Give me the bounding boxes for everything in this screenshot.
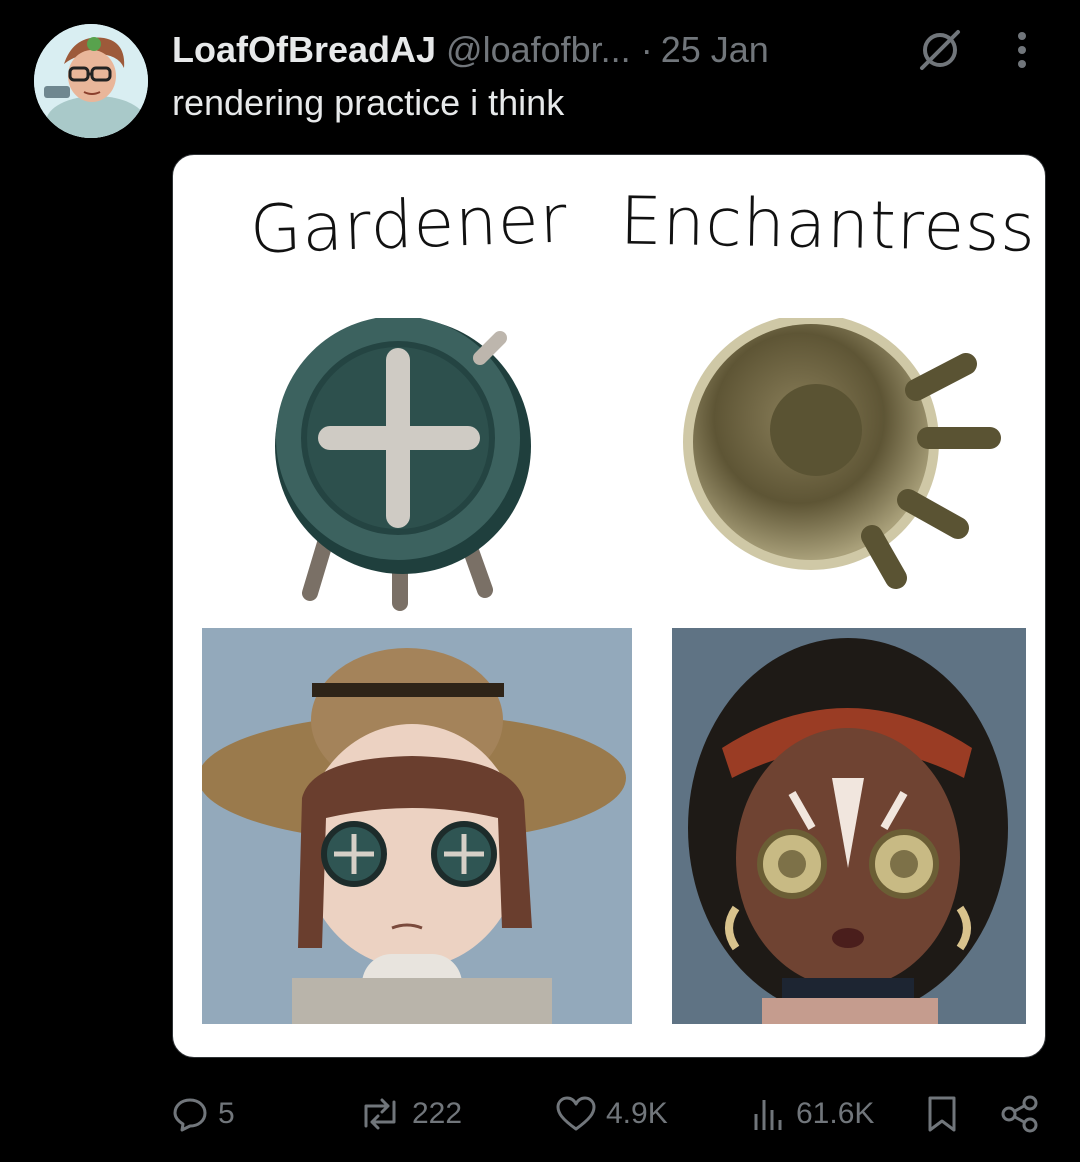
tweet-text: rendering practice i think xyxy=(172,82,565,123)
enchantress-label: Enchantress xyxy=(619,182,1037,267)
grok-icon[interactable] xyxy=(914,28,966,72)
views-icon xyxy=(754,1100,782,1130)
views-count: 61.6K xyxy=(796,1097,875,1130)
share-button[interactable] xyxy=(1000,1094,1040,1134)
gardener-button-drawing xyxy=(270,316,540,618)
repost-icon xyxy=(364,1098,396,1130)
bookmark-button[interactable] xyxy=(926,1094,958,1134)
reply-count: 5 xyxy=(218,1097,235,1130)
reply-button[interactable]: 5 xyxy=(172,1094,235,1134)
enchantress-button-drawing xyxy=(676,314,1006,590)
reply-icon xyxy=(173,1098,207,1132)
tweet-actions: 5 222 4.9K 61.6K xyxy=(0,1080,1080,1148)
enchantress-portrait xyxy=(672,628,1026,1024)
gardener-label: Gardener xyxy=(248,180,569,269)
tweet-date[interactable]: 25 Jan xyxy=(661,29,769,71)
repost-button[interactable]: 222 xyxy=(358,1094,462,1134)
like-button[interactable]: 4.9K xyxy=(556,1094,668,1134)
share-icon xyxy=(1001,1095,1038,1133)
heart-icon xyxy=(556,1096,596,1131)
bookmark-icon xyxy=(928,1096,956,1132)
separator-dot: · xyxy=(640,29,653,70)
user-handle[interactable]: @loafofbr... xyxy=(446,29,631,71)
tweet-header: LoafOfBreadAJ @loafofbr... · 25 Jan xyxy=(172,26,769,74)
display-name[interactable]: LoafOfBreadAJ xyxy=(172,29,436,71)
more-dots-icon[interactable] xyxy=(1006,28,1038,72)
avatar[interactable] xyxy=(34,24,148,138)
like-count: 4.9K xyxy=(606,1097,668,1130)
repost-count: 222 xyxy=(412,1097,463,1130)
gardener-portrait xyxy=(202,628,632,1024)
avatar-image xyxy=(34,24,148,138)
views-button[interactable]: 61.6K xyxy=(750,1094,874,1134)
